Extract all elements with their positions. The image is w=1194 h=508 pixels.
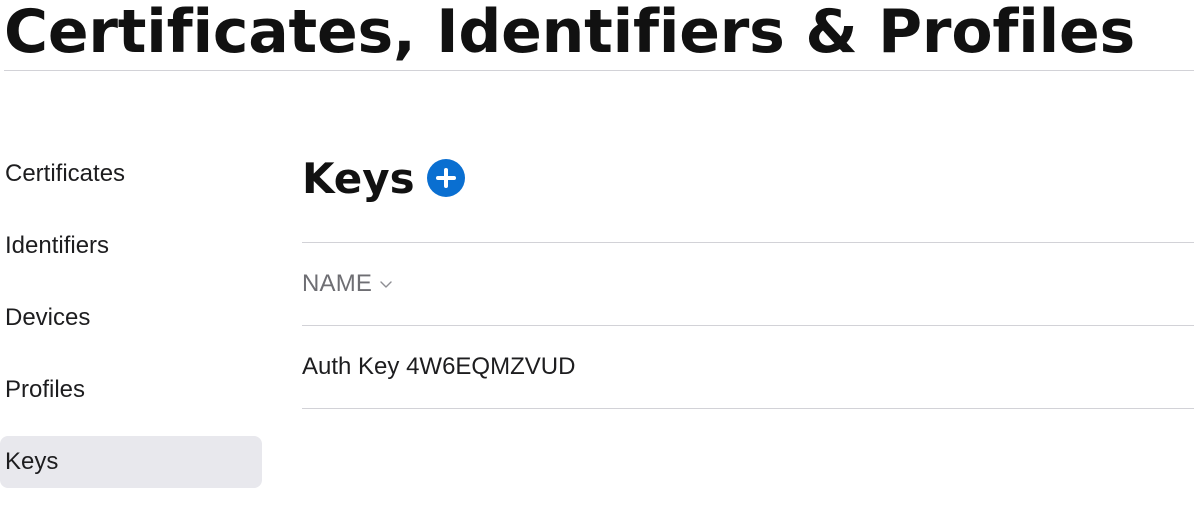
sidebar-item-label: Keys bbox=[5, 448, 59, 475]
plus-icon-vertical bbox=[443, 168, 448, 188]
table-row[interactable]: Auth Key 4W6EQMZVUD bbox=[302, 326, 1194, 408]
row-divider bbox=[302, 408, 1194, 409]
sidebar-item-label: Profiles bbox=[5, 376, 86, 403]
keys-table: NAME Auth Key 4W6EQMZVUD bbox=[302, 242, 1194, 409]
sidebar-item-identifiers[interactable]: Identifiers bbox=[0, 220, 262, 272]
section-title: Keys bbox=[302, 153, 415, 203]
section-header: Keys bbox=[302, 148, 465, 208]
sidebar-item-keys[interactable]: Keys bbox=[0, 436, 262, 488]
column-header-label: NAME bbox=[302, 270, 373, 297]
sidebar-item-label: Certificates bbox=[5, 160, 126, 187]
sidebar-item-certificates[interactable]: Certificates bbox=[0, 148, 262, 200]
add-key-button[interactable] bbox=[426, 159, 465, 197]
chevron-down-icon bbox=[380, 281, 392, 288]
title-divider bbox=[4, 70, 1194, 71]
sidebar: Certificates Identifiers Devices Profile… bbox=[0, 148, 262, 508]
name-column-header[interactable]: NAME bbox=[302, 270, 393, 298]
table-header: NAME bbox=[302, 243, 1194, 325]
sidebar-item-label: Identifiers bbox=[5, 232, 110, 259]
sidebar-item-label: Devices bbox=[5, 304, 91, 331]
sidebar-item-profiles[interactable]: Profiles bbox=[0, 364, 262, 416]
sidebar-item-devices[interactable]: Devices bbox=[0, 292, 262, 344]
key-name: Auth Key 4W6EQMZVUD bbox=[302, 353, 576, 380]
page-title: Certificates, Identifiers & Profiles bbox=[4, 0, 1135, 67]
